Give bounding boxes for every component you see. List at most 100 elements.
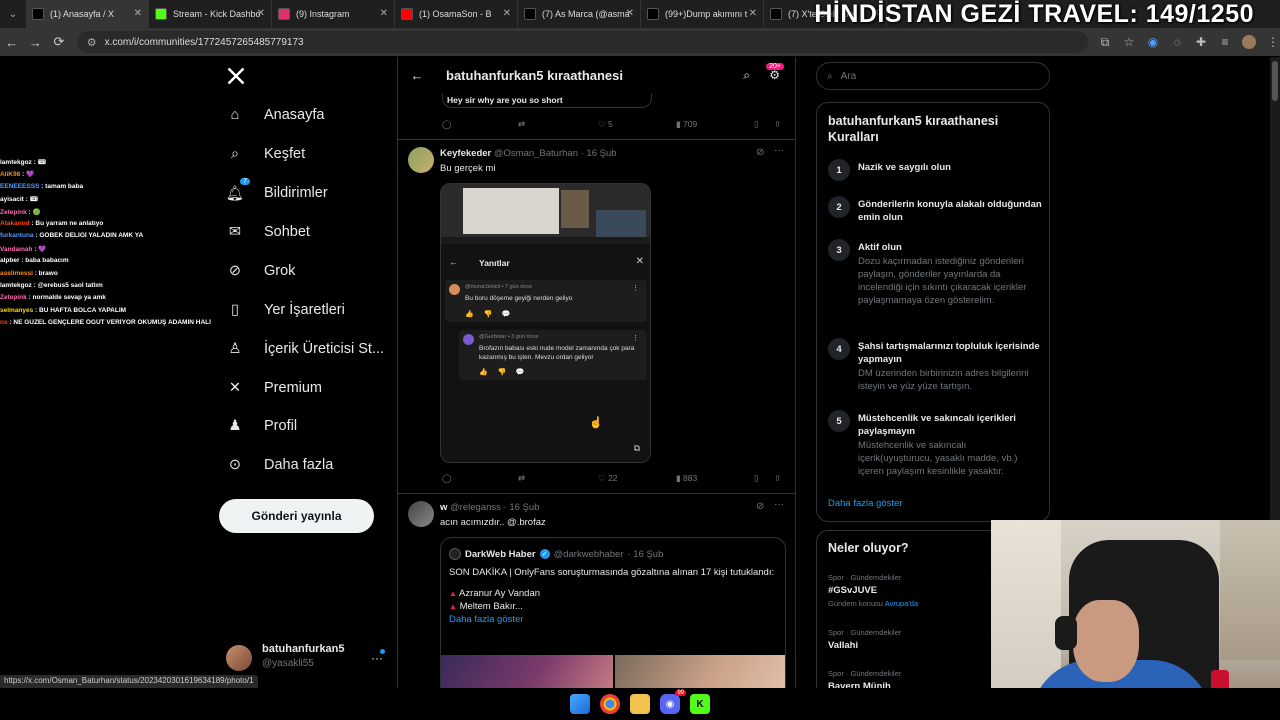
back-arrow-icon[interactable]: ← [0, 28, 24, 56]
scrollbar-thumb[interactable] [1272, 61, 1278, 101]
account-switcher[interactable]: batuhanfurkan5 @yasakli55 ··· [226, 643, 391, 675]
chrome-icon[interactable] [600, 694, 620, 714]
settings-icon[interactable]: ⚙ [769, 68, 780, 82]
browser-profile-avatar[interactable] [1242, 35, 1257, 49]
grok-icon: ⊘ [228, 263, 242, 279]
sidebar-item-grok[interactable]: ⊘ Grok [226, 256, 296, 286]
chat-text: NE GÜZEL GENÇLERE ÖĞÜT VERİYOR OKUMUŞ AD… [13, 319, 211, 327]
browser-tab[interactable]: (1) OsamaSon - B ✕ [395, 0, 518, 28]
like-button[interactable]: ♡ 22 [598, 473, 617, 484]
share-icon[interactable]: ⇧ [774, 119, 781, 130]
reply-icon[interactable]: ◯ [442, 119, 452, 130]
more-dots-icon[interactable]: ··· [774, 145, 784, 156]
views-button[interactable]: ▮ 709 [676, 119, 697, 130]
tweet-image[interactable]: ← Yanıtlar ✕ @murat.binicii • 7 gün önce… [440, 183, 651, 463]
like-button[interactable]: ♡ 5 [598, 119, 613, 130]
extension-audio-icon[interactable]: ◉ [1146, 35, 1160, 49]
sidebar-item-more-circle[interactable]: ⊙ Daha fazla [226, 450, 333, 480]
profile-handle: @yasakli55 [262, 658, 314, 669]
post-button[interactable]: Gönderi yayınla [219, 499, 374, 533]
bookmark-star-icon[interactable]: ☆ [1122, 35, 1136, 49]
browser-menu-icon[interactable]: ⋮ [1266, 35, 1280, 49]
rule-number: 2 [828, 196, 850, 218]
close-icon[interactable]: ✕ [134, 8, 142, 19]
windows-start-icon[interactable] [570, 694, 590, 714]
install-app-icon[interactable]: ⧉ [1098, 35, 1112, 49]
avatar[interactable] [408, 147, 434, 173]
url-input[interactable]: ⚙ x.com/i/communities/177245726548577917… [76, 31, 1089, 53]
x-logo-icon[interactable] [226, 66, 246, 86]
tab-label: (1) Anasayfa / X [50, 9, 115, 19]
extension-icon[interactable]: ◌ [1170, 35, 1184, 49]
hand-cursor-icon: ☝ [589, 417, 603, 429]
quoted-snippet[interactable]: Hey sir why are you so short [442, 93, 652, 108]
share-icon[interactable]: ⇧ [774, 473, 781, 484]
chat-user: EENEEESSS [0, 182, 40, 190]
reply-reactions: 👍 👎 💬 [479, 369, 525, 376]
close-icon[interactable]: ✕ [257, 8, 265, 19]
sidebar-item-bell[interactable]: 🔔︎ 7 Bildirimler [226, 178, 328, 208]
search-icon: ⌕ [230, 146, 240, 162]
more-dots-icon[interactable]: ··· [774, 499, 784, 510]
site-info-icon[interactable]: ⚙ [87, 36, 97, 49]
bookmark-icon[interactable]: ▯ [754, 119, 759, 130]
sidebar-item-home[interactable]: ⌂ Anasayfa [226, 100, 325, 130]
search-input[interactable]: ⌕ Ara [816, 62, 1050, 90]
more-circle-icon: ⊙ [228, 457, 242, 473]
trend-sub-link[interactable]: Avrupa'da [885, 599, 918, 608]
tweet-date[interactable]: · 16 Şub [581, 148, 617, 159]
tab-search-dropdown[interactable]: ⌄ [0, 0, 26, 28]
reload-icon[interactable]: ⟳ [47, 28, 71, 56]
more-dots-icon[interactable]: ··· [371, 651, 383, 665]
views-button[interactable]: ▮ 883 [676, 473, 697, 484]
author-handle[interactable]: @releganss [450, 502, 501, 513]
browser-tab[interactable]: (7) As Marca (@asma ✕ [518, 0, 641, 28]
sidebar-item-search[interactable]: ⌕ Keşfet [226, 139, 305, 169]
author-handle[interactable]: @Osman_Baturhan [494, 148, 578, 159]
avatar [449, 284, 460, 295]
extensions-puzzle-icon[interactable]: ✚ [1194, 35, 1208, 49]
x-icon [770, 8, 782, 20]
browser-tab[interactable]: (9) Instagram ✕ [272, 0, 395, 28]
show-more-link[interactable]: Daha fazla göster [449, 613, 779, 626]
forward-arrow-icon[interactable]: → [24, 28, 48, 56]
close-icon[interactable]: ✕ [626, 8, 634, 19]
close-icon[interactable]: ✕ [380, 8, 388, 19]
browser-tab[interactable]: Stream - Kick Dashbo ✕ [149, 0, 272, 28]
quote-text: SON DAKİKA | OnlyFans soruşturmasında gö… [449, 566, 779, 626]
author-name[interactable]: Keyfekeder [440, 148, 491, 159]
bookmark-icon[interactable]: ▯ [754, 473, 759, 484]
sidebar-item-creator[interactable]: ♙ İçerik Üreticisi St... [226, 334, 385, 364]
retweet-icon[interactable]: ⇄ [518, 473, 525, 484]
chat-text: GÖBEK DELİĞİ YALADIN AMK YA [39, 232, 144, 240]
close-icon[interactable]: ✕ [503, 8, 511, 19]
grok-icon[interactable]: ⊘ [756, 147, 764, 158]
grok-icon[interactable]: ⊘ [756, 501, 764, 512]
discord-icon[interactable]: ◉ 99 [660, 690, 686, 714]
sidebar-item-bookmark[interactable]: ▯ Yer İşaretleri [226, 295, 345, 325]
kick-icon[interactable]: K [690, 694, 710, 714]
author-name[interactable]: w [440, 502, 447, 513]
sidebar-item-person[interactable]: ♟ Profil [226, 411, 298, 441]
browser-tab[interactable]: (99+)Dump akımını t ✕ [641, 0, 764, 28]
retweet-icon[interactable]: ⇄ [518, 119, 525, 130]
rule-title: Gönderilerin konuyla alakalı olduğundan … [858, 199, 1042, 223]
rule-number: 1 [828, 159, 850, 181]
avatar[interactable] [408, 501, 434, 527]
chat-user: furkantuna [0, 232, 34, 240]
file-explorer-icon[interactable] [630, 694, 650, 714]
chat-text: BU HAFTA BOLCA YAPALIM [39, 306, 127, 314]
close-icon[interactable]: ✕ [749, 8, 757, 19]
search-icon[interactable]: ⌕ [743, 68, 750, 83]
browser-tab[interactable]: (1) Anasayfa / X ✕ [26, 0, 149, 28]
side-panel-icon[interactable]: ≡ [1218, 35, 1232, 49]
back-arrow-icon[interactable]: ← [400, 68, 434, 83]
reply-icon[interactable]: ◯ [442, 473, 452, 484]
show-more-link[interactable]: Daha fazla göster [828, 498, 902, 509]
sidebar-item-x[interactable]: ✕ Premium [226, 373, 322, 403]
reply-text: Brofazın babası eski nude model zamanınd… [479, 345, 635, 361]
rule-title: Şahsi tartışmalarınızı topluluk içerisin… [858, 341, 1040, 365]
rule-number: 5 [828, 410, 850, 432]
sidebar-item-mail[interactable]: ✉ Sohbet [226, 217, 310, 247]
tweet-date[interactable]: · 16 Şub [504, 502, 540, 513]
